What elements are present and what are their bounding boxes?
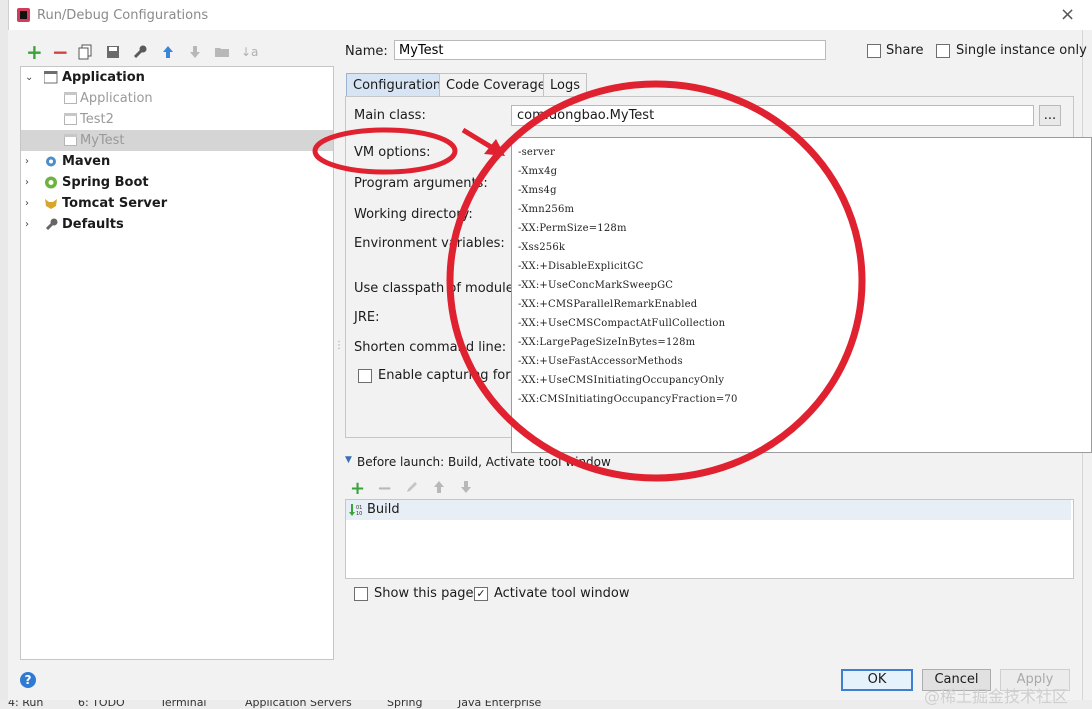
edit-task-icon[interactable] — [405, 480, 419, 498]
svg-text:10: 10 — [356, 511, 362, 517]
help-icon[interactable]: ? — [20, 672, 36, 688]
tree-item-test2[interactable]: Test2 — [21, 109, 333, 130]
environment-variables-label: Environment variables: — [354, 236, 505, 251]
share-label: Share — [886, 43, 924, 58]
watermark: @稀土掘金技术社区 — [924, 687, 1069, 706]
vm-options-label: VM options: — [354, 145, 431, 160]
folder-icon[interactable] — [214, 44, 230, 60]
vm-option-line: -XX:+DisableExplicitGC — [518, 261, 644, 272]
tomcat-icon — [45, 199, 57, 209]
name-label: Name: — [345, 44, 388, 59]
main-class-input[interactable]: com.dongbao.MyTest — [511, 105, 1034, 126]
ok-button[interactable]: OK — [841, 669, 913, 691]
show-this-page-checkbox[interactable] — [354, 587, 368, 601]
build-icon: 01 10 — [349, 504, 362, 517]
single-instance-label: Single instance only — [956, 43, 1087, 58]
activate-tool-window-label: Activate tool window — [494, 586, 630, 601]
jre-label: JRE: — [354, 310, 380, 325]
tool-tab-terminal[interactable]: Terminal — [160, 700, 207, 709]
vm-option-line: -Xmn256m — [518, 204, 575, 215]
vm-option-line: -XX:+CMSParallelRemarkEnabled — [518, 299, 698, 310]
show-this-page-label: Show this page — [374, 586, 474, 601]
tool-tab-application-servers[interactable]: Application Servers — [245, 700, 352, 709]
vm-option-line: -XX:LargePageSizeInBytes=128m — [518, 337, 696, 348]
move-up-icon[interactable] — [160, 44, 176, 60]
move-down-icon[interactable] — [187, 44, 203, 60]
tree-item-mytest[interactable]: MyTest — [21, 130, 333, 151]
window-title: Run/Debug Configurations — [37, 8, 209, 23]
splitter-handle[interactable]: ⋮ — [334, 340, 344, 351]
vm-option-line: -XX:+UseFastAccessorMethods — [518, 356, 683, 367]
add-icon[interactable]: + — [26, 42, 43, 62]
vm-option-line: -XX:PermSize=128m — [518, 223, 627, 234]
tool-tab-todo[interactable]: 6: TODO — [78, 700, 125, 709]
tree-item-application-group[interactable]: ⌄ Application — [21, 67, 333, 88]
vm-option-line: -XX:+UseCMSInitiatingOccupancyOnly — [518, 375, 725, 386]
browse-button[interactable]: ... — [1039, 105, 1061, 126]
activate-tool-window-checkbox[interactable]: ✓ — [474, 587, 488, 601]
build-task-label: Build — [367, 502, 400, 517]
maven-icon — [46, 156, 56, 167]
wrench-icon[interactable] — [132, 44, 148, 60]
spring-boot-icon — [45, 176, 57, 189]
single-instance-checkbox[interactable] — [936, 44, 950, 58]
name-input[interactable] — [394, 40, 826, 60]
vm-option-line: -XX:+UseConcMarkSweepGC — [518, 280, 674, 291]
close-icon[interactable]: × — [1060, 4, 1075, 25]
configuration-tree[interactable]: ⌄ Application Application Test2 MyTest ›… — [20, 66, 334, 660]
share-checkbox[interactable] — [867, 44, 881, 58]
chevron-down-icon[interactable]: ⌄ — [25, 67, 33, 88]
vm-option-line: -XX:+UseCMSCompactAtFullCollection — [518, 318, 726, 329]
tab-logs[interactable]: Logs — [543, 73, 587, 97]
chevron-right-icon[interactable]: › — [25, 214, 29, 235]
main-class-label: Main class: — [354, 108, 426, 123]
vm-option-line: -Xmx4g — [518, 166, 558, 177]
remove-icon[interactable]: − — [52, 42, 69, 62]
shorten-command-label: Shorten command line: — [354, 340, 507, 355]
config-icon — [64, 134, 77, 146]
vm-option-line: -Xss256k — [518, 242, 566, 253]
tree-item-tomcat-server[interactable]: › Tomcat Server — [21, 193, 333, 214]
move-task-down-icon[interactable] — [459, 480, 473, 498]
tree-item-application[interactable]: Application — [21, 88, 333, 109]
enable-capturing-checkbox[interactable] — [358, 369, 372, 383]
defaults-icon — [45, 218, 58, 231]
vm-option-line: -server — [518, 147, 555, 158]
use-classpath-label: Use classpath of module: — [354, 281, 519, 296]
vm-option-line: -XX:CMSInitiatingOccupancyFraction=70 — [518, 394, 738, 405]
chevron-right-icon[interactable]: › — [25, 151, 29, 172]
chevron-right-icon[interactable]: › — [25, 193, 29, 214]
vm-options-expanded-editor[interactable]: -server -Xmx4g -Xms4g -Xmn256m -XX:PermS… — [511, 137, 1092, 453]
config-icon — [64, 113, 77, 125]
vm-option-line: -Xms4g — [518, 185, 557, 196]
tool-tab-run[interactable]: 4: Run — [8, 700, 43, 709]
add-task-icon[interactable]: + — [350, 478, 365, 499]
collapse-triangle-icon[interactable]: ▼ — [345, 455, 352, 465]
tree-item-maven[interactable]: › Maven — [21, 151, 333, 172]
list-item[interactable]: 01 10 Build — [346, 500, 1071, 520]
tool-tab-java-enterprise[interactable]: Java Enterprise — [458, 700, 541, 709]
tool-tab-spring[interactable]: Spring — [387, 700, 423, 709]
remove-task-icon[interactable]: − — [377, 478, 392, 499]
working-directory-label: Working directory: — [354, 207, 473, 222]
save-icon[interactable] — [105, 44, 121, 60]
tab-configuration[interactable]: Configuration — [346, 73, 449, 97]
sort-icon[interactable]: ↓a — [241, 44, 258, 60]
config-icon — [64, 92, 77, 104]
move-task-up-icon[interactable] — [432, 480, 446, 498]
tab-code-coverage[interactable]: Code Coverage — [439, 73, 553, 97]
tree-item-spring-boot[interactable]: › Spring Boot — [21, 172, 333, 193]
application-icon — [44, 71, 58, 84]
before-launch-header: Before launch: Build, Activate tool wind… — [357, 455, 611, 469]
program-arguments-label: Program arguments: — [354, 176, 488, 191]
chevron-right-icon[interactable]: › — [25, 172, 29, 193]
intellij-app-icon — [17, 8, 30, 22]
copy-icon[interactable] — [78, 44, 94, 60]
tree-item-defaults[interactable]: › Defaults — [21, 214, 333, 235]
enable-capturing-label: Enable capturing form — [378, 368, 524, 383]
